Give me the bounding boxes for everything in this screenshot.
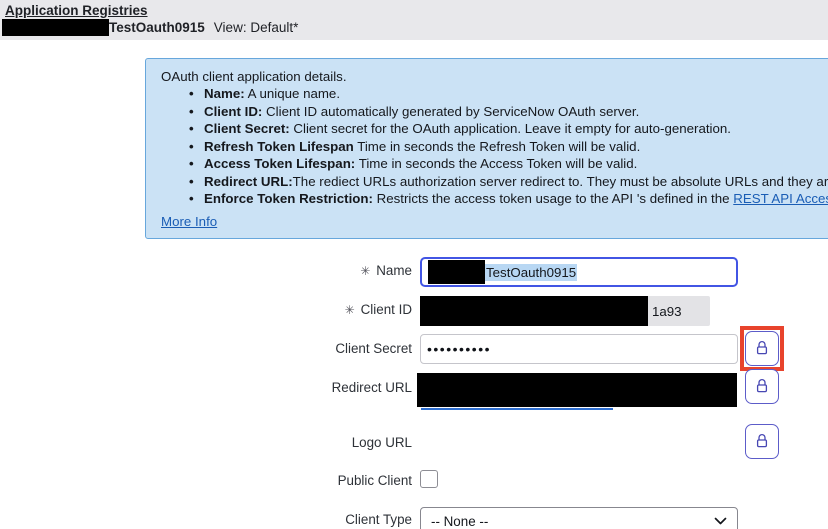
bullet-term: Access Token Lifespan: [204, 156, 355, 171]
bullet-desc: A unique name. [245, 86, 340, 101]
bullet-desc: Time in seconds the Access Token will be… [355, 156, 637, 171]
label-text: Name [376, 263, 412, 278]
bullet-desc: Time in seconds the Refresh Token will b… [354, 139, 641, 154]
bullet-term: Client ID: [204, 104, 262, 119]
bullet-desc: The rediect URLs authorization server re… [293, 174, 828, 189]
public-client-checkbox[interactable] [420, 470, 438, 488]
lock-icon [754, 432, 770, 452]
rest-api-access-link[interactable]: REST API Access [733, 191, 828, 206]
client-type-select[interactable]: -- None -- [420, 507, 738, 529]
redaction-box [420, 296, 648, 326]
header-bar: Application Registries TestOauth0915 Vie… [0, 0, 828, 40]
record-header: TestOauth0915 View: Default* [2, 19, 298, 36]
redaction-box [428, 260, 485, 284]
masked-secret-value: •••••••••• [427, 341, 491, 357]
redacted-link-underline [421, 408, 613, 410]
client-id-field: 1a93 [420, 296, 710, 326]
page-title: Application Registries [5, 3, 148, 18]
info-bullet-redirect-url: Redirect URL:The rediect URLs authorizat… [161, 173, 828, 191]
record-name: TestOauth0915 [109, 20, 205, 35]
info-bullet-name: Name: A unique name. [161, 85, 828, 103]
bullet-term: Client Secret: [204, 121, 290, 136]
more-info-link[interactable]: More Info [161, 213, 217, 230]
label-text: Logo URL [352, 435, 412, 450]
bullet-desc: Client ID automatically generated by Ser… [262, 104, 639, 119]
redaction-box [2, 19, 109, 36]
label-text: Client Type [345, 512, 412, 527]
client-id-label: ✳ Client ID [0, 302, 412, 317]
redirect-url-label: Redirect URL [0, 380, 412, 395]
mandatory-icon: ✳ [360, 264, 370, 278]
info-intro: OAuth client application details. [161, 68, 828, 85]
info-bullet-list: Name: A unique name. Client ID: Client I… [161, 85, 828, 208]
info-bullet-client-id: Client ID: Client ID automatically gener… [161, 103, 828, 121]
client-secret-lock-button[interactable] [745, 331, 779, 366]
bullet-desc: Restricts the access token usage to the … [373, 191, 733, 206]
lock-icon [754, 377, 770, 397]
mandatory-icon: ✳ [345, 303, 355, 317]
info-bullet-enforce-token: Enforce Token Restriction: Restricts the… [161, 190, 828, 208]
logo-url-label: Logo URL [0, 435, 412, 450]
bullet-desc: Client secret for the OAuth application.… [290, 121, 731, 136]
public-client-label: Public Client [0, 473, 412, 488]
client-type-label: Client Type [0, 512, 412, 527]
client-secret-input[interactable]: •••••••••• [420, 334, 738, 364]
lock-icon [754, 339, 770, 359]
name-value-selected: TestOauth0915 [485, 264, 577, 281]
client-id-visible-value: 1a93 [652, 304, 682, 319]
redaction-box [417, 373, 737, 407]
bullet-term: Redirect URL: [204, 174, 293, 189]
label-text: Client Secret [335, 341, 412, 356]
client-secret-label: Client Secret [0, 341, 412, 356]
label-text: Public Client [338, 473, 412, 488]
bullet-term: Enforce Token Restriction: [204, 191, 373, 206]
name-input[interactable]: TestOauth0915 [420, 257, 738, 287]
redirect-url-lock-button[interactable] [745, 369, 779, 404]
bullet-term: Name: [204, 86, 245, 101]
label-text: Redirect URL [332, 380, 412, 395]
view-label: View: Default* [214, 20, 299, 35]
info-message-box: OAuth client application details. Name: … [145, 58, 828, 239]
info-bullet-refresh-token: Refresh Token Lifespan Time in seconds t… [161, 138, 828, 156]
bullet-term: Refresh Token Lifespan [204, 139, 354, 154]
client-type-selected-value: -- None -- [431, 514, 488, 529]
logo-url-lock-button[interactable] [745, 424, 779, 459]
label-text: Client ID [361, 302, 412, 317]
highlight-box [740, 326, 784, 371]
chevron-down-icon [714, 517, 727, 525]
info-bullet-access-token: Access Token Lifespan: Time in seconds t… [161, 155, 828, 173]
info-bullet-client-secret: Client Secret: Client secret for the OAu… [161, 120, 828, 138]
name-label: ✳ Name [0, 263, 412, 278]
